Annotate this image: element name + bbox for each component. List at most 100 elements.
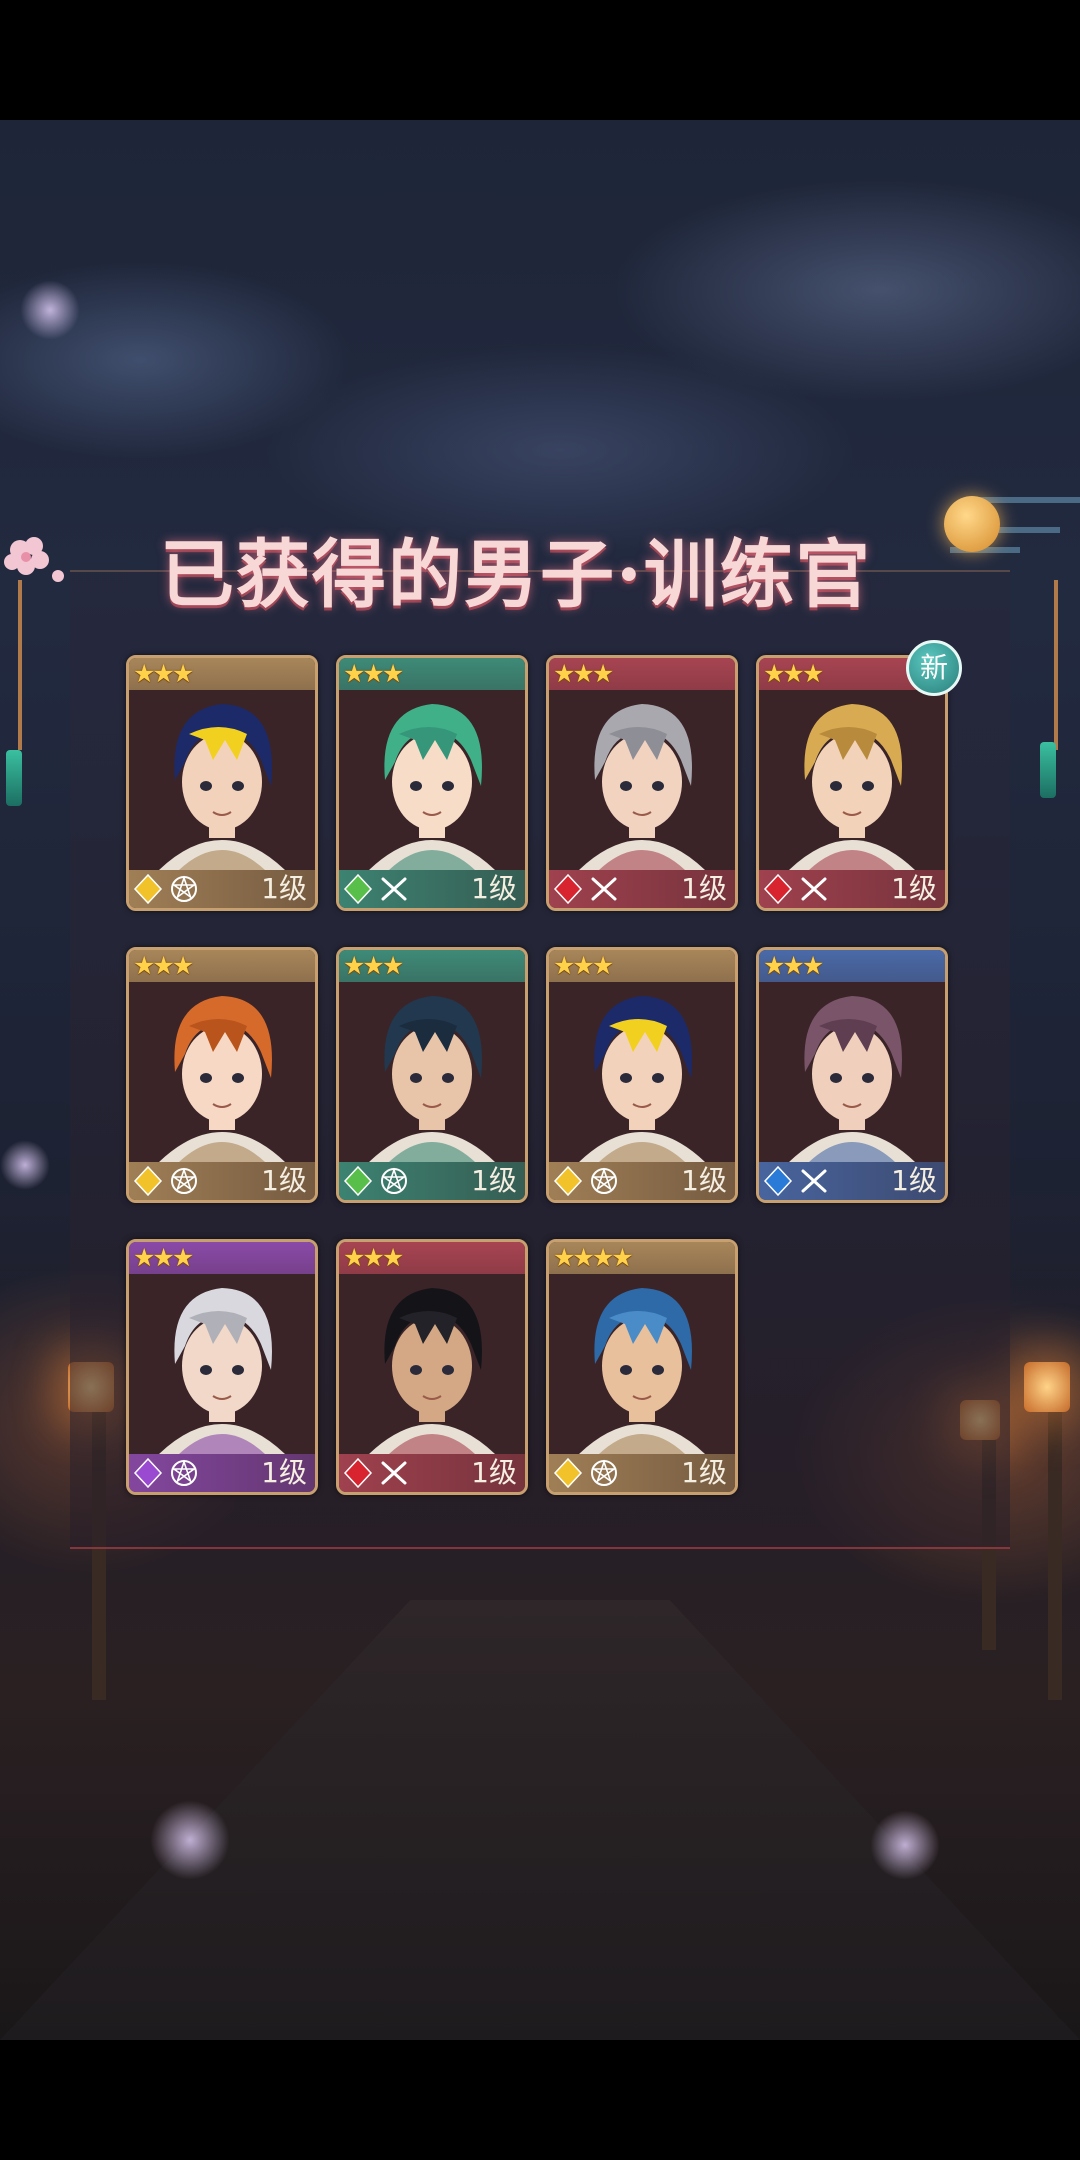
lantern-post	[1048, 1410, 1062, 1700]
character-portrait	[759, 982, 945, 1162]
crossed-swords-icon	[381, 877, 407, 901]
character-portrait	[759, 690, 945, 870]
pentagram-icon	[591, 1167, 617, 1194]
card-header: ★★★	[129, 1242, 315, 1274]
character-portrait	[549, 982, 735, 1162]
character-card[interactable]: ★★★ 1级	[546, 655, 738, 911]
card-footer: 1级	[549, 870, 735, 908]
rarity-stars: ★★★	[133, 1243, 194, 1272]
gold-element-icon	[553, 1166, 583, 1196]
water-element-icon	[763, 1166, 793, 1196]
rarity-stars: ★★★	[343, 659, 404, 688]
rarity-stars: ★★★	[763, 659, 824, 688]
card-header: ★★★	[129, 658, 315, 690]
card-footer: 1级	[129, 1454, 315, 1492]
crossed-swords-icon	[591, 877, 617, 901]
crossed-swords-icon	[801, 1169, 827, 1193]
card-header: ★★★	[549, 950, 735, 982]
card-footer: 1级	[129, 870, 315, 908]
character-card[interactable]: ★★★ 1级	[546, 947, 738, 1203]
character-portrait	[339, 690, 525, 870]
pentagram-icon	[381, 1167, 407, 1194]
light-orb	[20, 280, 80, 340]
card-header: ★★★	[339, 950, 525, 982]
crossed-swords-icon	[801, 877, 827, 901]
lantern-light	[1024, 1362, 1070, 1412]
character-portrait	[549, 1274, 735, 1454]
character-portrait	[129, 690, 315, 870]
leaf-element-icon	[343, 874, 373, 904]
character-card[interactable]: ★★★ 1级	[756, 655, 948, 911]
character-card[interactable]: ★★★ 1级	[126, 1239, 318, 1495]
rarity-stars: ★★★	[553, 659, 614, 688]
character-portrait	[129, 982, 315, 1162]
pentagram-icon	[171, 875, 197, 902]
level-label: 1级	[261, 872, 307, 905]
gold-element-icon	[133, 874, 163, 904]
card-footer: 1级	[339, 1162, 525, 1200]
page-title: 已获得的男子·训练官	[160, 532, 872, 618]
character-portrait	[129, 1274, 315, 1454]
title-banner: 已获得的男子·训练官	[0, 505, 1080, 625]
level-label: 1级	[261, 1164, 307, 1197]
level-label: 1级	[261, 1456, 307, 1489]
pentagram-icon	[171, 1167, 197, 1194]
character-card[interactable]: ★★★ 1级	[336, 947, 528, 1203]
rarity-stars: ★★★★	[553, 1243, 634, 1272]
left-pendant-icon	[6, 750, 22, 806]
gold-element-icon	[133, 1166, 163, 1196]
card-header: ★★★	[759, 950, 945, 982]
card-header: ★★★	[129, 950, 315, 982]
gold-element-icon	[553, 1458, 583, 1488]
pentagram-icon	[171, 1459, 197, 1486]
light-orb	[870, 1810, 940, 1880]
character-portrait	[339, 1274, 525, 1454]
level-label: 1级	[681, 1456, 727, 1489]
level-label: 1级	[891, 872, 937, 905]
light-orb	[150, 1800, 230, 1880]
fire-element-icon	[343, 1458, 373, 1488]
level-label: 1级	[471, 1164, 517, 1197]
card-footer: 1级	[339, 870, 525, 908]
fire-element-icon	[763, 874, 793, 904]
card-footer: 1级	[129, 1162, 315, 1200]
card-header: ★★★★	[549, 1242, 735, 1274]
card-footer: 1级	[759, 870, 945, 908]
character-card[interactable]: ★★★ 1级	[336, 655, 528, 911]
rarity-stars: ★★★	[553, 951, 614, 980]
light-orb	[0, 1140, 50, 1190]
level-label: 1级	[681, 872, 727, 905]
level-label: 1级	[471, 872, 517, 905]
rarity-stars: ★★★	[343, 1243, 404, 1272]
character-portrait	[549, 690, 735, 870]
level-label: 1级	[471, 1456, 517, 1489]
void-element-icon	[133, 1458, 163, 1488]
rarity-stars: ★★★	[133, 951, 194, 980]
character-portrait	[339, 982, 525, 1162]
card-header: ★★★	[549, 658, 735, 690]
card-header: ★★★	[339, 1242, 525, 1274]
character-card[interactable]: ★★★ 1级	[126, 655, 318, 911]
character-card[interactable]: ★★★ 1级	[336, 1239, 528, 1495]
right-pendant-icon	[1040, 742, 1056, 798]
pentagram-icon	[591, 1459, 617, 1486]
rarity-stars: ★★★	[133, 659, 194, 688]
card-footer: 1级	[339, 1454, 525, 1492]
rarity-stars: ★★★	[343, 951, 404, 980]
leaf-element-icon	[343, 1166, 373, 1196]
card-footer: 1级	[549, 1162, 735, 1200]
crossed-swords-icon	[381, 1461, 407, 1485]
level-label: 1级	[891, 1164, 937, 1197]
card-footer: 1级	[549, 1454, 735, 1492]
character-card[interactable]: ★★★★ 1级	[546, 1239, 738, 1495]
character-card[interactable]: ★★★ 1级	[126, 947, 318, 1203]
rarity-stars: ★★★	[763, 951, 824, 980]
card-header: ★★★	[339, 658, 525, 690]
card-footer: 1级	[759, 1162, 945, 1200]
fire-element-icon	[553, 874, 583, 904]
character-card[interactable]: ★★★ 1级	[756, 947, 948, 1203]
letterbox-bottom	[0, 2040, 1080, 2160]
new-badge: 新	[906, 640, 962, 696]
letterbox-top	[0, 0, 1080, 120]
level-label: 1级	[681, 1164, 727, 1197]
